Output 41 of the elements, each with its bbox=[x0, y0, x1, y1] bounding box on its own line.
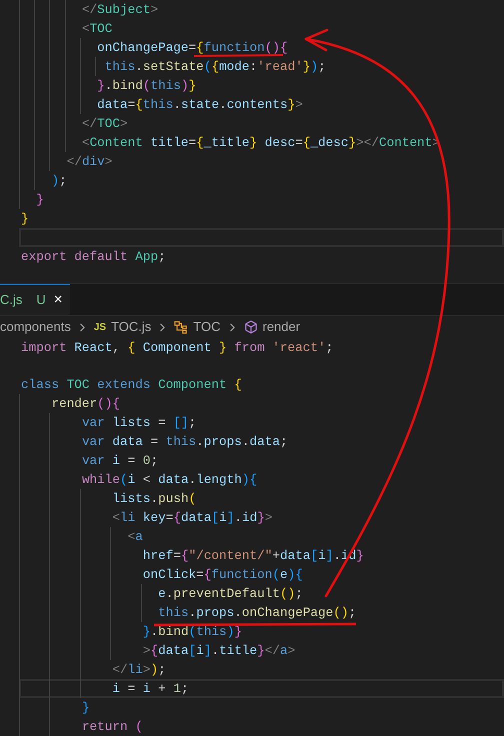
code-line: </TOC> bbox=[19, 114, 504, 133]
javascript-file-icon: JS bbox=[94, 320, 106, 334]
code-line: export default App; bbox=[20, 248, 167, 266]
code-line: </div> bbox=[19, 152, 504, 171]
code-line: return ( bbox=[19, 717, 504, 736]
breadcrumb-item[interactable]: components bbox=[0, 317, 71, 337]
code-line: data={this.state.contents}> bbox=[19, 95, 504, 114]
class-icon bbox=[174, 320, 188, 334]
code-line: }.bind(this)} bbox=[19, 622, 504, 641]
breadcrumb-item[interactable]: TOC.js bbox=[111, 317, 152, 337]
code-line: <a bbox=[19, 527, 504, 546]
code-line: lists.push( bbox=[19, 489, 504, 508]
code-line: } bbox=[19, 698, 504, 717]
code-line: <li key={data[i].id}> bbox=[19, 508, 504, 527]
code-line: var lists = []; bbox=[19, 413, 504, 432]
code-line: ); bbox=[19, 171, 504, 190]
code-line: render(){ bbox=[19, 394, 504, 413]
breadcrumb-item[interactable]: render bbox=[262, 317, 300, 337]
code-line: }.bind(this)} bbox=[19, 76, 504, 95]
editor-tab[interactable]: C.js U × bbox=[0, 284, 70, 315]
code-line: this.setState({mode:'read'}); bbox=[19, 57, 504, 76]
breadcrumb-item[interactable]: TOC bbox=[193, 317, 220, 337]
code-line: var data = this.props.data; bbox=[19, 432, 504, 451]
tab-label: C.js bbox=[0, 291, 22, 310]
code-line: onClick={function(e){ bbox=[19, 565, 504, 584]
code-line: <TOC bbox=[19, 19, 504, 38]
code-line: this.props.onChangePage(); bbox=[19, 603, 504, 622]
code-line: e.preventDefault(); bbox=[19, 584, 504, 603]
code-line: class TOC extends Component { bbox=[20, 376, 243, 394]
git-status-label: U bbox=[36, 291, 46, 310]
code-line: var i = 0; bbox=[19, 451, 504, 470]
cube-icon bbox=[244, 320, 258, 334]
close-button[interactable]: × bbox=[54, 288, 63, 312]
code-line: } bbox=[19, 190, 504, 209]
code-line: while(i < data.length){ bbox=[19, 470, 504, 489]
code-line: >{data[i].title}</a> bbox=[19, 641, 504, 660]
code-line: </li>); bbox=[19, 660, 504, 679]
code-line: onChangePage={function(){ bbox=[19, 38, 504, 57]
code-line: import React, { Component } from 'react'; bbox=[20, 339, 334, 357]
code-line: } bbox=[20, 210, 30, 228]
code-line: </Subject> bbox=[19, 0, 504, 19]
